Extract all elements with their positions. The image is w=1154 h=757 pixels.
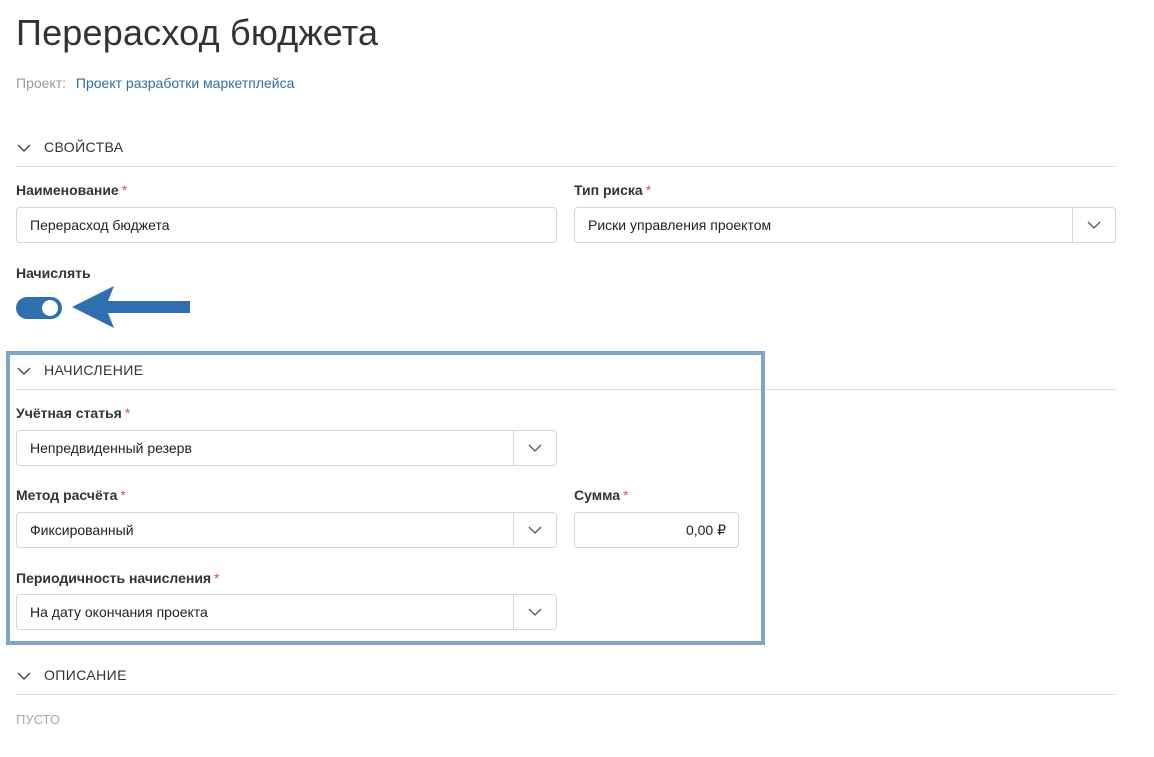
section-properties-header[interactable]: СВОЙСТВА <box>16 138 1116 167</box>
name-input[interactable]: Перерасход бюджета <box>16 207 557 243</box>
risk-type-select[interactable]: Риски управления проектом <box>574 207 1116 243</box>
required-mark: * <box>121 182 128 198</box>
page-title: Перерасход бюджета <box>16 12 379 53</box>
risk-type-dropdown-button[interactable] <box>1072 208 1115 242</box>
section-properties-title: СВОЙСТВА <box>44 139 124 155</box>
risk-type-label: Тип риска * <box>574 182 652 198</box>
project-label: Проект: <box>16 75 67 91</box>
highlight-annotation-box <box>6 351 765 645</box>
chevron-down-icon <box>17 144 31 152</box>
accrue-label: Начислять <box>16 265 91 281</box>
chevron-down-icon <box>17 672 31 680</box>
required-mark: * <box>645 182 652 198</box>
toggle-knob <box>42 300 58 316</box>
chevron-down-icon <box>1087 221 1101 229</box>
project-breadcrumb: Проект: Проект разработки маркетплейса <box>16 75 294 91</box>
arrow-left-icon <box>72 286 190 328</box>
project-link[interactable]: Проект разработки маркетплейса <box>76 75 295 91</box>
section-description-header[interactable]: ОПИСАНИЕ <box>16 666 1116 695</box>
accrue-toggle[interactable] <box>16 297 62 319</box>
description-empty-text: ПУСТО <box>16 712 61 727</box>
section-description-title: ОПИСАНИЕ <box>44 667 127 683</box>
risk-type-value: Риски управления проектом <box>588 217 772 233</box>
name-label: Наименование * <box>16 182 128 198</box>
